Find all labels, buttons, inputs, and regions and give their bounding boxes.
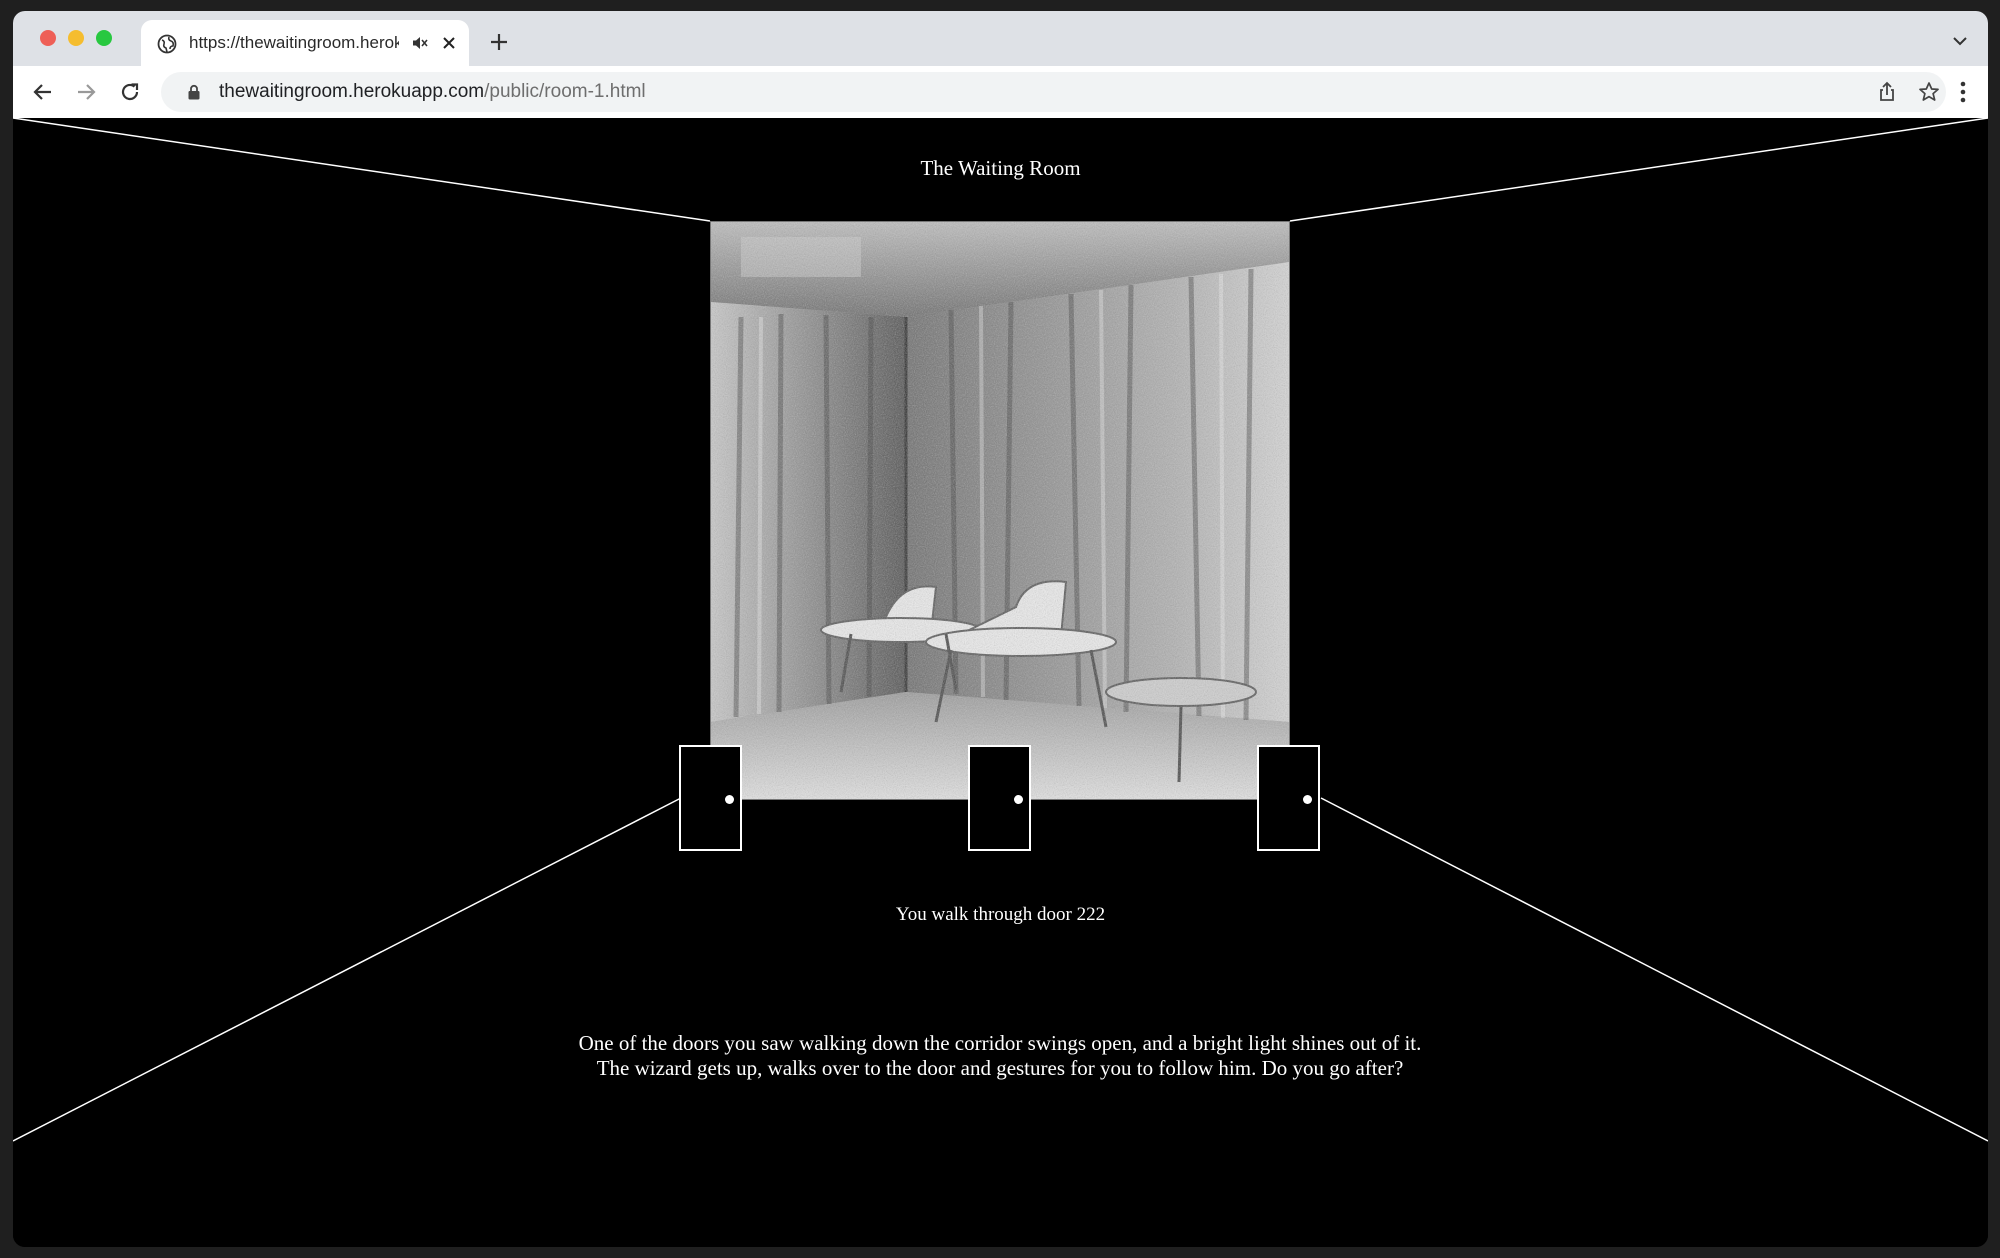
- share-icon[interactable]: [1876, 81, 1898, 103]
- browser-toolbar: thewaitingroom.herokuapp.com/public/room…: [13, 66, 1988, 119]
- door-knob: [1303, 795, 1312, 804]
- waiting-room-illustration: [711, 222, 1289, 799]
- browser-window: https://thewaitingroom.herokuapp.com/pub…: [13, 11, 1988, 1247]
- tab-strip: https://thewaitingroom.herokuapp.com/pub…: [13, 11, 1988, 66]
- door-left[interactable]: [679, 745, 742, 851]
- close-tab-icon[interactable]: [439, 33, 459, 53]
- lock-icon[interactable]: [187, 84, 201, 100]
- reload-icon[interactable]: [118, 80, 142, 104]
- more-menu-icon[interactable]: [1960, 80, 1966, 104]
- maximize-window-button[interactable]: [96, 30, 112, 46]
- tab-title: https://thewaitingroom.herokuapp.com/pub…: [189, 33, 399, 52]
- waiting-room-image: [710, 221, 1290, 800]
- story-text: One of the doors you saw walking down th…: [578, 1031, 1422, 1080]
- door-knob: [1014, 795, 1023, 804]
- door-knob: [725, 795, 734, 804]
- close-window-button[interactable]: [40, 30, 56, 46]
- back-arrow-icon[interactable]: [31, 80, 55, 104]
- url-domain: thewaitingroom.herokuapp.com: [219, 81, 485, 102]
- url-path: /public/room-1.html: [484, 81, 646, 102]
- door-caption: You walk through door 222: [895, 904, 1106, 925]
- bookmark-star-icon[interactable]: [1918, 81, 1940, 103]
- address-bar[interactable]: thewaitingroom.herokuapp.com/public/room…: [161, 72, 1946, 112]
- door-middle[interactable]: [968, 745, 1031, 851]
- door-right[interactable]: [1257, 745, 1320, 851]
- globe-icon: [157, 34, 177, 54]
- muted-audio-icon[interactable]: [411, 34, 429, 52]
- forward-arrow-icon[interactable]: [74, 80, 98, 104]
- tab-search-chevron-icon[interactable]: [1952, 35, 1968, 47]
- page-viewport: The Waiting Room You walk through door 2…: [13, 118, 1988, 1247]
- url-text: thewaitingroom.herokuapp.com/public/room…: [219, 81, 646, 103]
- minimize-window-button[interactable]: [68, 30, 84, 46]
- page-title: The Waiting Room: [920, 156, 1081, 180]
- new-tab-icon[interactable]: [488, 31, 510, 53]
- active-tab[interactable]: https://thewaitingroom.herokuapp.com/pub…: [141, 20, 469, 66]
